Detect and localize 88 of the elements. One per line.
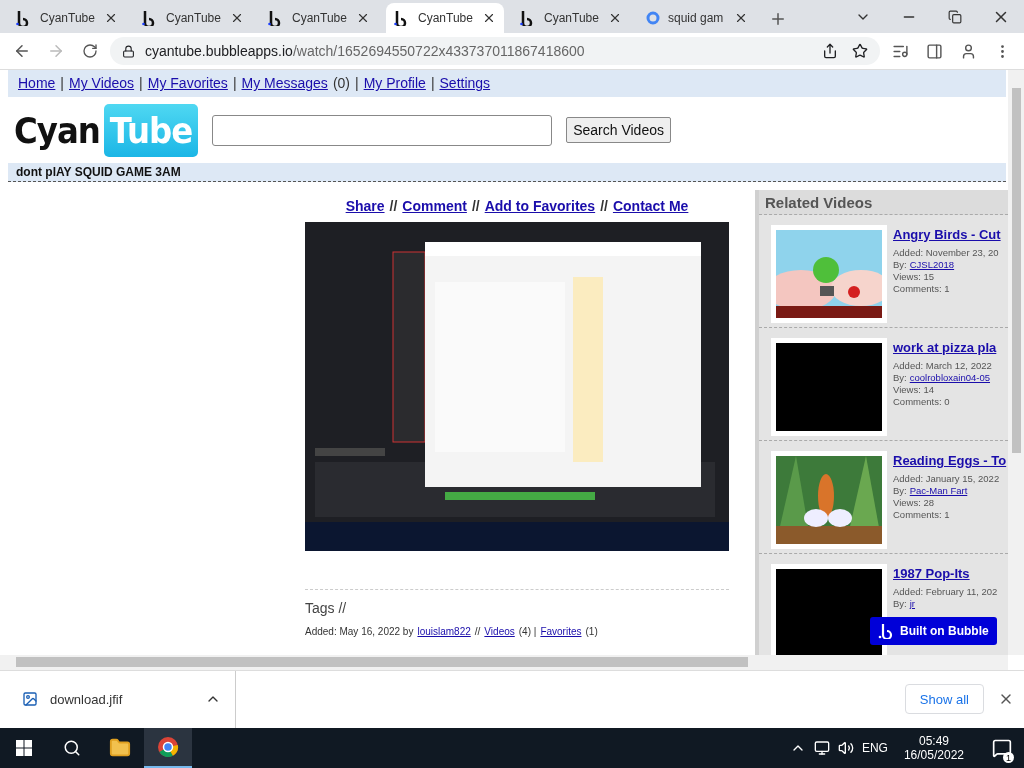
side-panel-icon[interactable] [925, 42, 943, 60]
nav-link[interactable]: Settings [439, 75, 491, 92]
comments-count: Comments: 1 [893, 282, 951, 294]
separator-text: | [139, 75, 143, 92]
restore-icon[interactable] [948, 9, 962, 24]
comments-count: Comments: 0 [893, 395, 951, 407]
clock[interactable]: 05:49 16/05/2022 [895, 734, 972, 762]
bubble-logo-icon [878, 622, 894, 639]
separator-text: | [232, 75, 237, 92]
separator-text: (4) | [518, 625, 537, 637]
added-date: Added: November 23, 20 [893, 246, 1000, 258]
image-file-icon [22, 691, 38, 708]
scrollbar-thumb[interactable] [16, 657, 748, 668]
url-text: cyantube.bubbleapps.io/watch/1652694550722x433737011867418600 [145, 43, 585, 60]
address-bar[interactable]: cyantube.bubbleapps.io/watch/1652694550722x433737011867418600 [110, 37, 880, 66]
nav-link[interactable]: My Profile [363, 75, 426, 92]
video-link[interactable]: 1987 Pop-Its [893, 565, 998, 581]
reload-icon[interactable] [82, 43, 98, 60]
tab-title: CyanTube [418, 11, 474, 26]
separator-text: // [389, 197, 398, 214]
author-link[interactable]: jr [909, 597, 915, 609]
by-label: By: [893, 258, 907, 270]
views-count: Views: 15 [893, 270, 935, 282]
tab-title: CyanTube [292, 11, 348, 26]
browser-tab[interactable]: CyanTube [512, 3, 630, 34]
network-icon[interactable] [813, 740, 830, 756]
separator-text: // [600, 197, 608, 214]
meta-link[interactable]: Favorites [540, 625, 582, 637]
folder-icon[interactable] [109, 737, 131, 759]
nav-link[interactable]: My Favorites [147, 75, 228, 92]
separator-text: // [474, 625, 481, 637]
lock-icon [122, 44, 135, 58]
browser-tab[interactable]: CyanTube [260, 3, 378, 34]
search-button[interactable]: Search Videos [566, 117, 671, 144]
video-link[interactable]: Reading Eggs - To [893, 452, 1007, 468]
browser-tab[interactable]: squid gam [638, 3, 756, 34]
language-indicator[interactable]: ENG [861, 741, 888, 755]
by-label: By: [893, 371, 907, 383]
speaker-icon[interactable] [837, 740, 854, 756]
tags-label: Tags // [305, 599, 348, 616]
search-field[interactable] [212, 114, 553, 146]
tab-title: CyanTube [544, 11, 600, 26]
related-title: Related Videos [759, 189, 1008, 215]
nav-link[interactable]: My Messages [241, 75, 328, 92]
windows-start-icon[interactable] [16, 740, 32, 756]
comments-count: Comments: 1 [893, 508, 951, 520]
video-title: dont plAY SQUID GAME 3AM [8, 162, 1006, 182]
scrollbar-thumb[interactable] [1011, 87, 1021, 453]
tab-title: CyanTube [166, 11, 222, 26]
action-link[interactable]: Comment [402, 197, 467, 214]
video-link[interactable]: work at pizza pla [893, 339, 997, 355]
added-date: Added: March 12, 2022 [893, 359, 993, 371]
tab-title: squid gam [668, 11, 725, 26]
meta-link[interactable]: louislam822 [417, 625, 471, 637]
separator-text: (1) [585, 625, 598, 637]
author-link[interactable]: CJSL2018 [909, 258, 955, 270]
action-link[interactable]: Add to Favorites [484, 197, 596, 214]
video-link[interactable]: Angry Birds - Cut [893, 226, 1001, 242]
nav-link[interactable]: My Videos [69, 75, 135, 92]
by-label: By: [893, 597, 907, 609]
by-label: By: [893, 484, 907, 496]
show-all-button[interactable]: Show all [904, 684, 984, 715]
meta-link[interactable]: Videos [484, 625, 515, 637]
separator-text: | [430, 75, 435, 92]
nav-link[interactable]: Home [18, 75, 56, 92]
tab-title: CyanTube [40, 11, 96, 26]
separator-text: // [471, 197, 480, 214]
views-count: Views: 28 [893, 496, 935, 508]
separator-text: (0) [332, 75, 350, 92]
browser-tab[interactable]: CyanTube [134, 3, 252, 34]
notification-count: 1 [1003, 752, 1014, 763]
author-link[interactable]: coolrobloxain04-05 [909, 371, 990, 383]
separator-text: | [60, 75, 64, 92]
added-date: Added: January 15, 2022 [893, 472, 1001, 484]
share-icon[interactable] [822, 43, 838, 60]
chrome-icon[interactable] [157, 736, 179, 758]
author-link[interactable]: Pac-Man Fart [909, 484, 968, 496]
built-on-bubble-badge[interactable]: Built on Bubble [870, 616, 997, 645]
browser-tab[interactable]: CyanTube [8, 3, 126, 34]
action-link[interactable]: Contact Me [612, 197, 689, 214]
views-count: Views: 14 [893, 383, 935, 395]
separator-text: Added: May 16, 2022 by [305, 625, 414, 637]
action-link[interactable]: Share [345, 197, 385, 214]
separator-text: | [355, 75, 359, 92]
star-icon[interactable] [852, 43, 868, 60]
search-icon[interactable] [63, 739, 81, 757]
browser-tab[interactable]: CyanTube [386, 3, 504, 34]
added-date: Added: February 11, 202 [893, 585, 998, 597]
